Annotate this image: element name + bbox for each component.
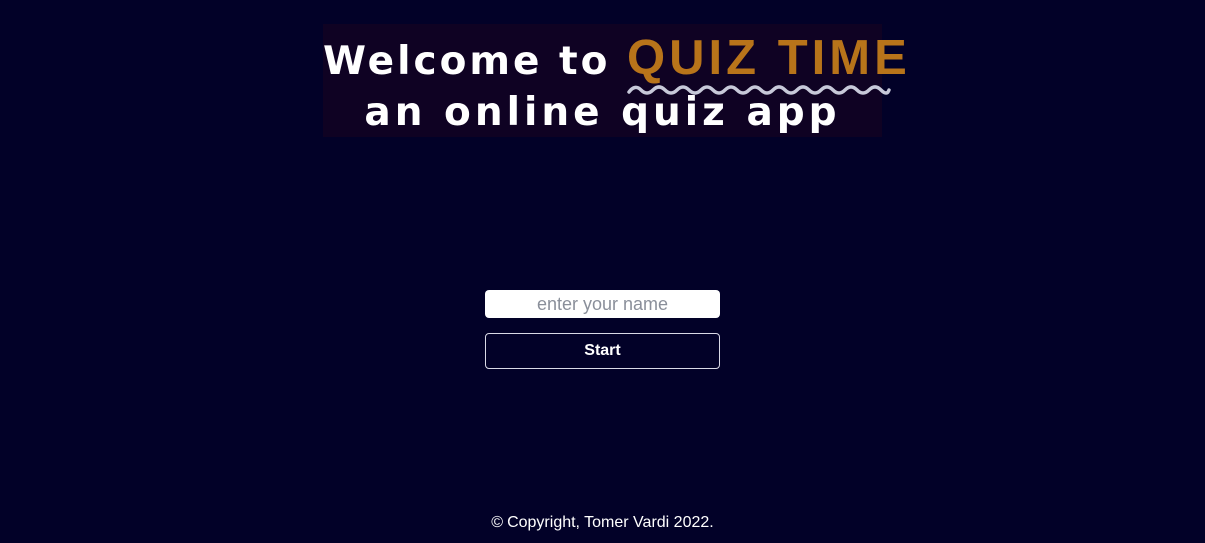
- copyright-icon: ©: [491, 514, 504, 531]
- name-input[interactable]: [485, 290, 720, 318]
- hero-banner: Welcome to QUIZ TIME an online quiz app: [323, 24, 907, 137]
- footer: © Copyright, Tomer Vardi 2022.: [0, 514, 1205, 532]
- copyright-text: Copyright, Tomer Vardi 2022.: [507, 514, 714, 531]
- hero-app-name: QUIZ TIME: [627, 30, 911, 95]
- hero-subtitle: an online quiz app: [364, 90, 841, 135]
- start-button[interactable]: Start: [485, 333, 720, 369]
- hero-app-name-text: QUIZ TIME: [627, 31, 911, 85]
- hero-welcome-text: Welcome to: [323, 39, 628, 84]
- hero-title-line: Welcome to QUIZ TIME: [323, 30, 907, 95]
